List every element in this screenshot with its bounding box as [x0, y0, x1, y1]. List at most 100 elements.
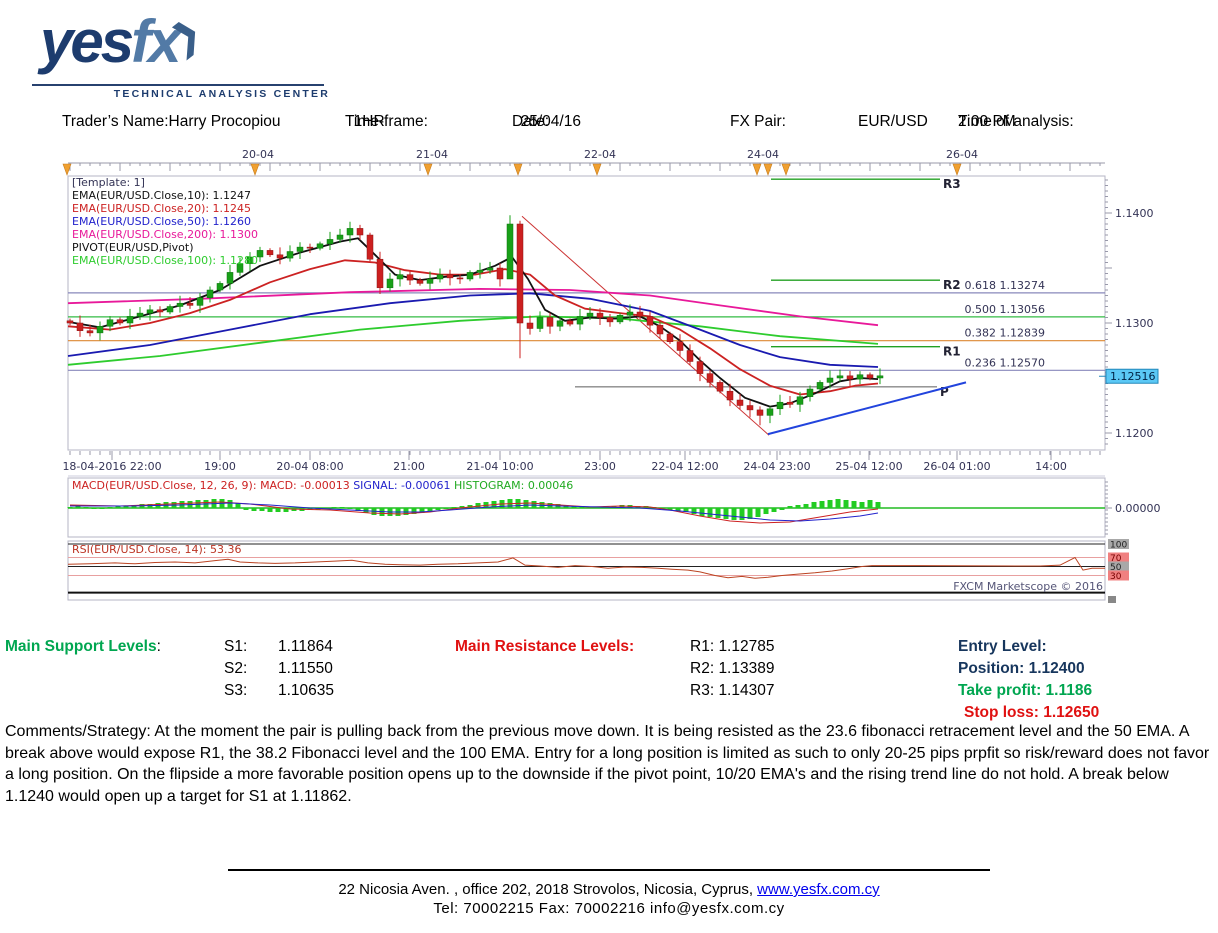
candle-body — [86, 330, 94, 334]
candle-body — [606, 317, 614, 323]
macd-histogram-bar — [859, 502, 865, 508]
time-axis-label: 20-04 08:00 — [276, 460, 343, 473]
candle-body — [836, 375, 844, 379]
comments-strategy: Comments/Strategy: At the moment the pai… — [5, 723, 1210, 805]
candle-body — [746, 405, 754, 411]
macd-histogram-bar — [83, 507, 89, 508]
top-axis-label: 21-04 — [416, 148, 448, 161]
time-axis-label: 25-04 12:00 — [835, 460, 902, 473]
price-chart: 20-04 21-04 22-04 24-04 26-04 1.1400 1.1300 1.1… — [62, 148, 1161, 603]
candle-body — [576, 316, 584, 325]
candle-body — [406, 274, 414, 281]
time-axis-label: 21:00 — [393, 460, 425, 473]
candle-body — [556, 320, 564, 327]
macd-histogram-bar — [251, 508, 257, 511]
candle-body — [826, 377, 834, 383]
fib-label: 0.236 1.12570 — [965, 356, 1045, 369]
macd-histogram-bar — [795, 505, 801, 508]
svg-text:100: 100 — [1110, 541, 1127, 551]
chart-legend-line: PIVOT(EUR/USD,Pivot) — [72, 241, 194, 254]
macd-histogram-bar — [699, 508, 705, 516]
candle-body — [636, 311, 644, 317]
macd-histogram-bar — [275, 508, 281, 512]
macd-histogram-bar — [451, 507, 457, 508]
candle-body — [306, 246, 314, 249]
footer-divider — [228, 869, 990, 871]
macd-histogram-bar — [243, 508, 249, 510]
candle-body — [266, 250, 274, 256]
macd-histogram-bar — [707, 508, 713, 517]
entry-position: Position: 1.12400 — [958, 660, 1085, 677]
candle-body — [66, 320, 74, 324]
macd-histogram-bar — [723, 508, 729, 519]
chart-legend-line: EMA(EUR/USD.Close,20): 1.1245 — [72, 202, 251, 215]
candle-body — [386, 278, 394, 289]
macd-histogram-bar — [107, 507, 113, 508]
candle-body — [316, 243, 324, 249]
macd-histogram-bar — [819, 501, 825, 508]
support-value: 1.11864 — [278, 638, 333, 655]
macd-histogram-bar — [843, 500, 849, 508]
macd-histogram-bar — [875, 502, 881, 508]
candle-body — [776, 401, 784, 410]
candle-body — [516, 223, 524, 324]
candle-body — [396, 274, 404, 280]
candle-body — [736, 399, 744, 406]
macd-histogram-bar — [67, 507, 73, 508]
fib-label: 0.500 1.13056 — [965, 303, 1045, 316]
macd-histogram-bar — [779, 508, 785, 510]
macd-histogram-bar — [803, 504, 809, 508]
macd-histogram-bar — [347, 508, 353, 509]
candle-body — [646, 316, 654, 326]
candle-body — [296, 246, 304, 252]
candle-body — [626, 311, 634, 316]
time-axis-label: 18-04-2016 22:00 — [62, 460, 161, 473]
fib-label: 0.618 1.13274 — [965, 279, 1045, 292]
candle-body — [336, 234, 344, 240]
time-axis-label: 19:00 — [204, 460, 236, 473]
macd-histogram-bar — [755, 508, 761, 517]
chart-legend-line: [Template: 1] — [72, 176, 145, 189]
event-marker-icon — [513, 163, 523, 176]
candle-body — [166, 306, 174, 313]
macd-histogram-bar — [523, 500, 529, 508]
macd-histogram-bar — [331, 507, 337, 508]
macd-legend: MACD(EUR/USD.Close, 12, 26, 9): MACD: -0… — [72, 479, 573, 492]
event-marker-icon — [752, 163, 762, 176]
chart-legend-line: EMA(EUR/USD.Close,100): 1.1280 — [72, 254, 258, 267]
candle-body — [686, 350, 694, 362]
candle-body — [196, 297, 204, 306]
price-axis-label: 1.1300 — [1115, 317, 1154, 330]
macd-histogram-bar — [731, 508, 737, 520]
footer-contact: Tel: 70002215 Fax: 70002216 info@yesfx.c… — [433, 900, 785, 917]
candle-body — [186, 302, 194, 306]
candle-body — [426, 278, 434, 284]
candle-body — [456, 277, 464, 280]
macd-histogram-bar — [771, 508, 777, 512]
website-link[interactable]: www.yesfx.com.cy — [757, 881, 880, 898]
macd-histogram-bar — [787, 506, 793, 508]
macd-histogram-bar — [99, 508, 105, 509]
resistance-levels-title: Main Resistance Levels: — [455, 638, 635, 655]
macd-histogram-bar — [427, 508, 433, 511]
macd-histogram-bar — [339, 507, 345, 508]
candle-body — [536, 317, 544, 329]
candle-body — [216, 283, 224, 291]
entry-level-title: Entry Level: — [958, 638, 1047, 655]
candle-body — [476, 269, 484, 273]
macd-histogram-bar — [851, 501, 857, 508]
candle-body — [696, 361, 704, 374]
macd-histogram-bar — [691, 508, 697, 514]
candle-body — [816, 382, 824, 390]
resistance-row: R3: 1.14307 — [690, 682, 775, 699]
take-profit: Take profit: 1.1186 — [958, 682, 1093, 699]
top-axis-label: 20-04 — [242, 148, 274, 161]
pivot-label: R1 — [943, 345, 961, 359]
candle-body — [806, 388, 814, 397]
macd-axis-label: 0.00000 — [1115, 502, 1161, 515]
pivot-label: R3 — [943, 177, 961, 191]
report-page: yesfx❯ TECHNICAL ANALYSIS CENTER Trader’… — [0, 0, 1218, 933]
candle-body — [666, 333, 674, 342]
candle-body — [786, 401, 794, 405]
candle-body — [436, 274, 444, 280]
